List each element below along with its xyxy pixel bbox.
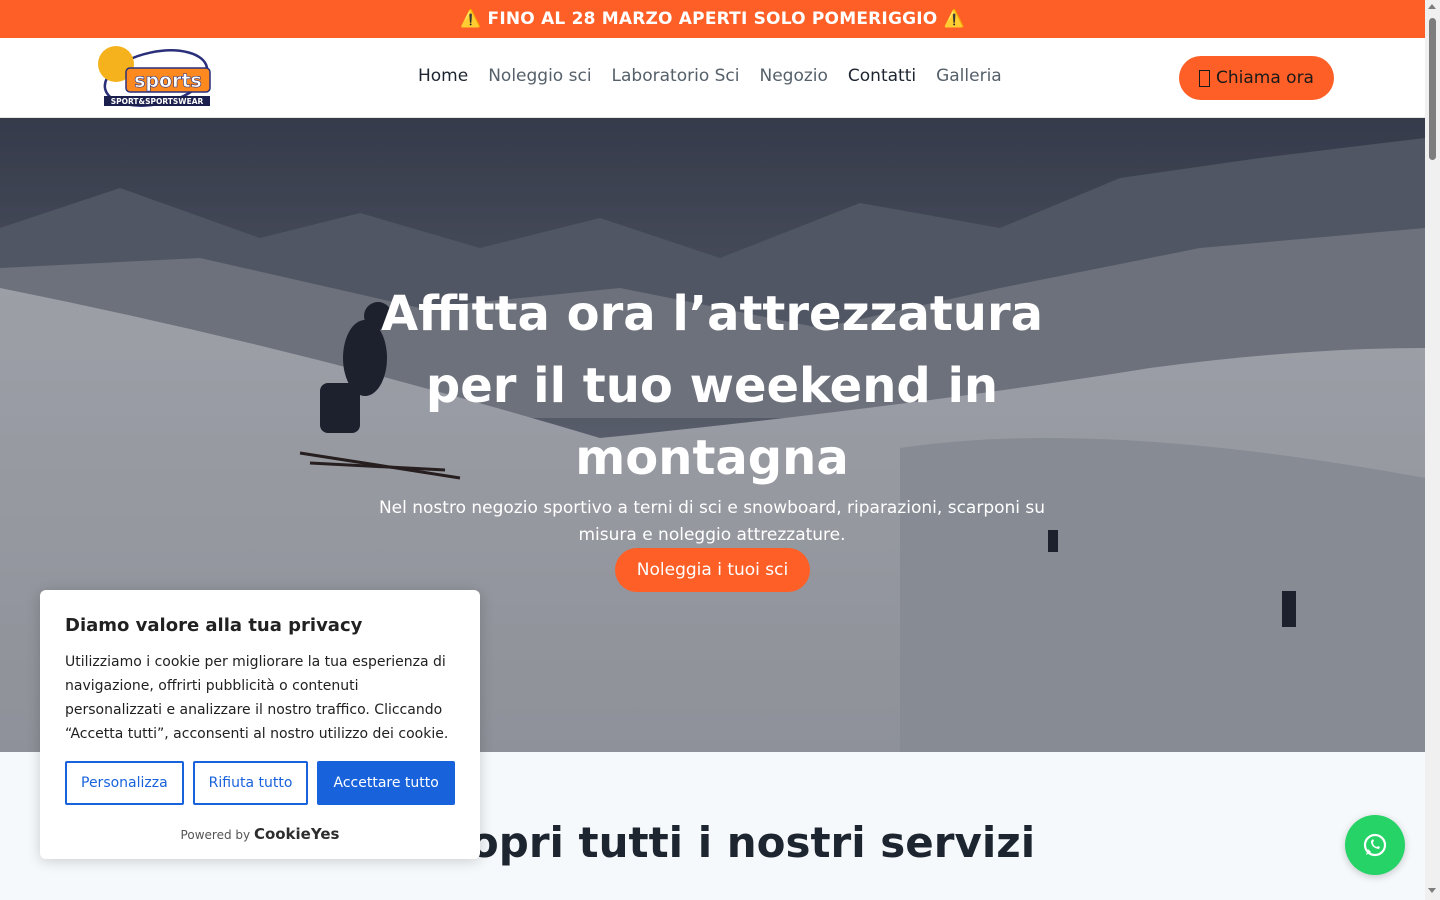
- nav-laboratorio-sci[interactable]: Laboratorio Sci: [612, 66, 740, 86]
- nav-contatti[interactable]: Contatti: [848, 66, 916, 86]
- services-title: copri tutti i nostri servizi: [445, 818, 1036, 867]
- hero-subtitle: Nel nostro negozio sportivo a terni di s…: [372, 495, 1052, 549]
- announcement-text: ⚠️ FINO AL 28 MARZO APERTI SOLO POMERIGG…: [460, 9, 965, 29]
- whatsapp-button[interactable]: [1345, 815, 1405, 875]
- nav-galleria[interactable]: Galleria: [936, 66, 1002, 86]
- site-header: sports SPORT&SPORTSWEAR Home Noleggio sc…: [0, 38, 1425, 118]
- hero-title-line-3: montagna: [575, 430, 849, 486]
- whatsapp-icon: [1363, 833, 1387, 857]
- call-now-button[interactable]: Chiama ora: [1179, 56, 1334, 100]
- logo-tagline: SPORT&SPORTSWEAR: [111, 97, 204, 106]
- nav-home[interactable]: Home: [418, 66, 468, 86]
- hero-title-line-2: per il tuo weekend in: [425, 358, 999, 414]
- page-scrollbar[interactable]: [1425, 0, 1440, 900]
- phone-icon: [1199, 69, 1210, 87]
- cookie-description: Utilizziamo i cookie per migliorare la t…: [65, 654, 449, 742]
- powered-by-label: Powered by: [180, 828, 251, 842]
- hero-subtitle-line-2: misura e noleggio attrezzature.: [578, 525, 846, 545]
- announcement-bar: ⚠️ FINO AL 28 MARZO APERTI SOLO POMERIGG…: [0, 0, 1425, 38]
- main-nav: Home Noleggio sci Laboratorio Sci Negozi…: [418, 66, 1002, 86]
- nav-negozio[interactable]: Negozio: [759, 66, 827, 86]
- cookie-consent-banner: Diamo valore alla tua privacy Utilizziam…: [40, 590, 480, 859]
- cookie-reject-button[interactable]: Rifiuta tutto: [192, 761, 309, 805]
- hero-title: Affitta ora l’attrezzatura per il tuo we…: [362, 278, 1062, 494]
- cookie-customize-button[interactable]: Personalizza: [65, 761, 184, 805]
- scroll-thumb[interactable]: [1429, 18, 1436, 160]
- cookie-powered-by: Powered by CookieYes: [65, 825, 455, 843]
- cookieyes-logo[interactable]: CookieYes: [254, 825, 340, 843]
- rent-skis-button[interactable]: Noleggia i tuoi sci: [615, 548, 810, 592]
- hero-subtitle-line-1: Nel nostro negozio sportivo a terni di s…: [378, 498, 1046, 518]
- scroll-down-arrow[interactable]: [1428, 888, 1436, 893]
- cookie-accept-button[interactable]: Accettare tutto: [317, 761, 455, 805]
- hero-title-line-1: Affitta ora l’attrezzatura: [380, 286, 1044, 342]
- cookie-buttons: Personalizza Rifiuta tutto Accettare tut…: [65, 761, 455, 805]
- nav-noleggio-sci[interactable]: Noleggio sci: [488, 66, 591, 86]
- cookie-title: Diamo valore alla tua privacy: [65, 615, 363, 636]
- scroll-up-arrow[interactable]: [1428, 4, 1436, 9]
- site-logo[interactable]: sports SPORT&SPORTSWEAR: [96, 42, 214, 112]
- logo-text: sports: [134, 70, 202, 92]
- call-now-label: Chiama ora: [1216, 68, 1314, 88]
